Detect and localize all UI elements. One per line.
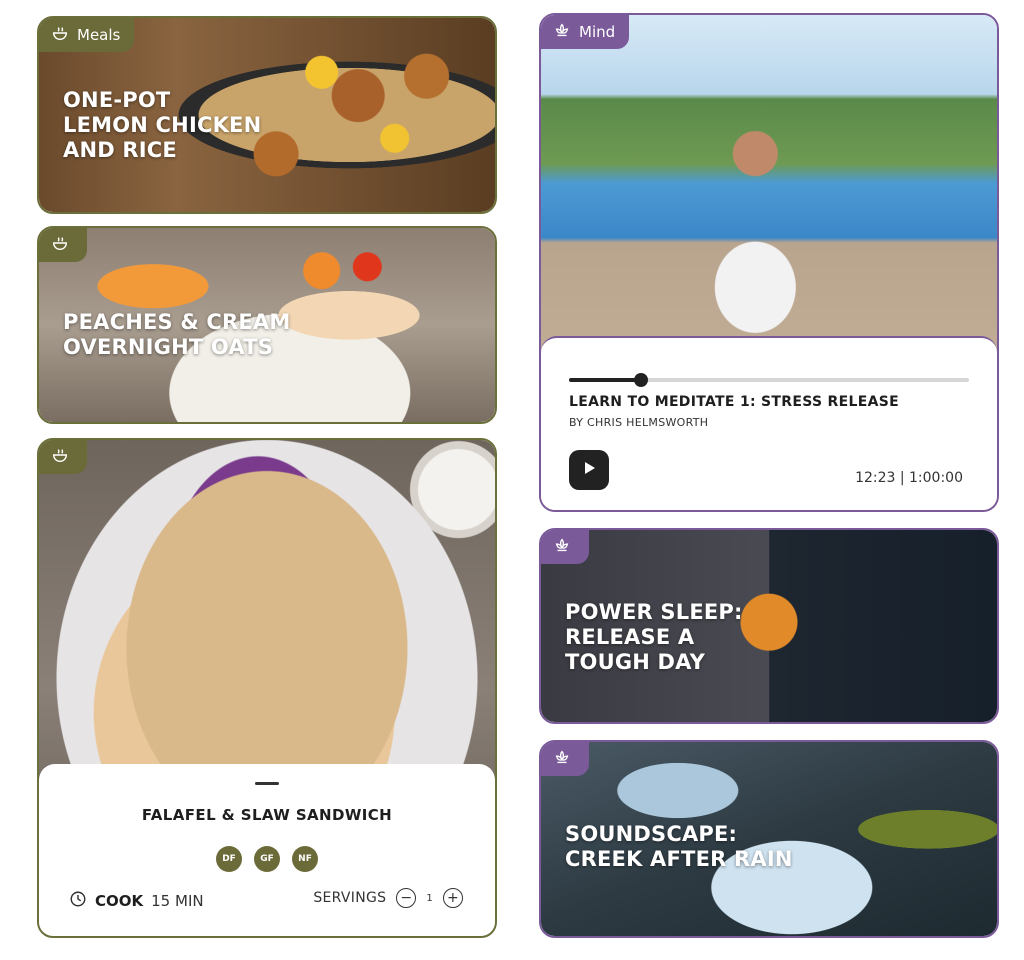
play-icon [581, 460, 597, 480]
audio-player: LEARN TO MEDITATE 1: STRESS RELEASE BY C… [541, 336, 997, 510]
drag-handle[interactable] [255, 782, 279, 785]
servings-value: 1 [426, 892, 433, 904]
bowl-icon [51, 234, 69, 256]
meals-badge [39, 440, 87, 474]
increase-servings-button[interactable]: + [443, 888, 463, 908]
card-title: One-Pot Lemon Chicken and Rice [63, 88, 262, 162]
bowl-icon [51, 446, 69, 468]
track-title: LEARN TO MEDITATE 1: STRESS RELEASE [569, 394, 899, 410]
lotus-icon [553, 536, 571, 558]
progress-track[interactable] [569, 373, 969, 387]
diet-tags: DF GF NF [39, 846, 495, 872]
meals-badge: Meals [39, 18, 135, 52]
servings-label: SERVINGS [313, 890, 387, 906]
diet-tag: NF [292, 846, 318, 872]
mind-badge [541, 742, 589, 776]
decrease-servings-button[interactable]: − [396, 888, 417, 908]
recipe-info-panel: Falafel & Slaw Sandwich DF GF NF COOK 15… [39, 764, 495, 936]
mind-badge-label: Mind [579, 23, 616, 41]
lotus-icon [553, 748, 571, 770]
mind-card-meditation[interactable]: Mind LEARN TO MEDITATE 1: STRESS RELEASE… [539, 13, 999, 512]
cook-time-value: 15 MIN [151, 892, 204, 910]
mind-card-soundscape[interactable]: Soundscape: Creek After Rain [539, 740, 999, 938]
diet-tag: DF [216, 846, 242, 872]
meal-card-falafel[interactable]: Falafel & Slaw Sandwich DF GF NF COOK 15… [37, 438, 497, 938]
meals-badge-label: Meals [77, 26, 121, 44]
cook-time: COOK 15 MIN [69, 890, 204, 912]
bowl-icon [51, 24, 69, 46]
card-title: Soundscape: Creek After Rain [565, 822, 793, 871]
diet-tag: GF [254, 846, 280, 872]
track-time: 12:23 | 1:00:00 [855, 470, 963, 486]
mind-card-power-sleep[interactable]: Power Sleep: Release a Tough Day [539, 528, 999, 724]
card-title: Peaches & Cream Overnight Oats [63, 310, 291, 359]
progress-fill [569, 378, 641, 382]
meals-badge [39, 228, 87, 262]
mind-badge [541, 530, 589, 564]
play-button[interactable] [569, 450, 609, 490]
progress-knob[interactable] [634, 373, 648, 387]
lotus-icon [553, 21, 571, 43]
servings-stepper: SERVINGS − 1 + [313, 888, 463, 908]
track-author: BY CHRIS HELMSWORTH [569, 416, 709, 429]
meal-card-overnight-oats[interactable]: Peaches & Cream Overnight Oats [37, 226, 497, 424]
meal-card-lemon-chicken[interactable]: Meals One-Pot Lemon Chicken and Rice [37, 16, 497, 214]
recipe-title: Falafel & Slaw Sandwich [141, 806, 393, 824]
mind-badge: Mind [541, 15, 630, 49]
card-title: Power Sleep: Release a Tough Day [565, 600, 743, 674]
clock-icon [69, 890, 87, 912]
cook-label: COOK [95, 892, 144, 910]
